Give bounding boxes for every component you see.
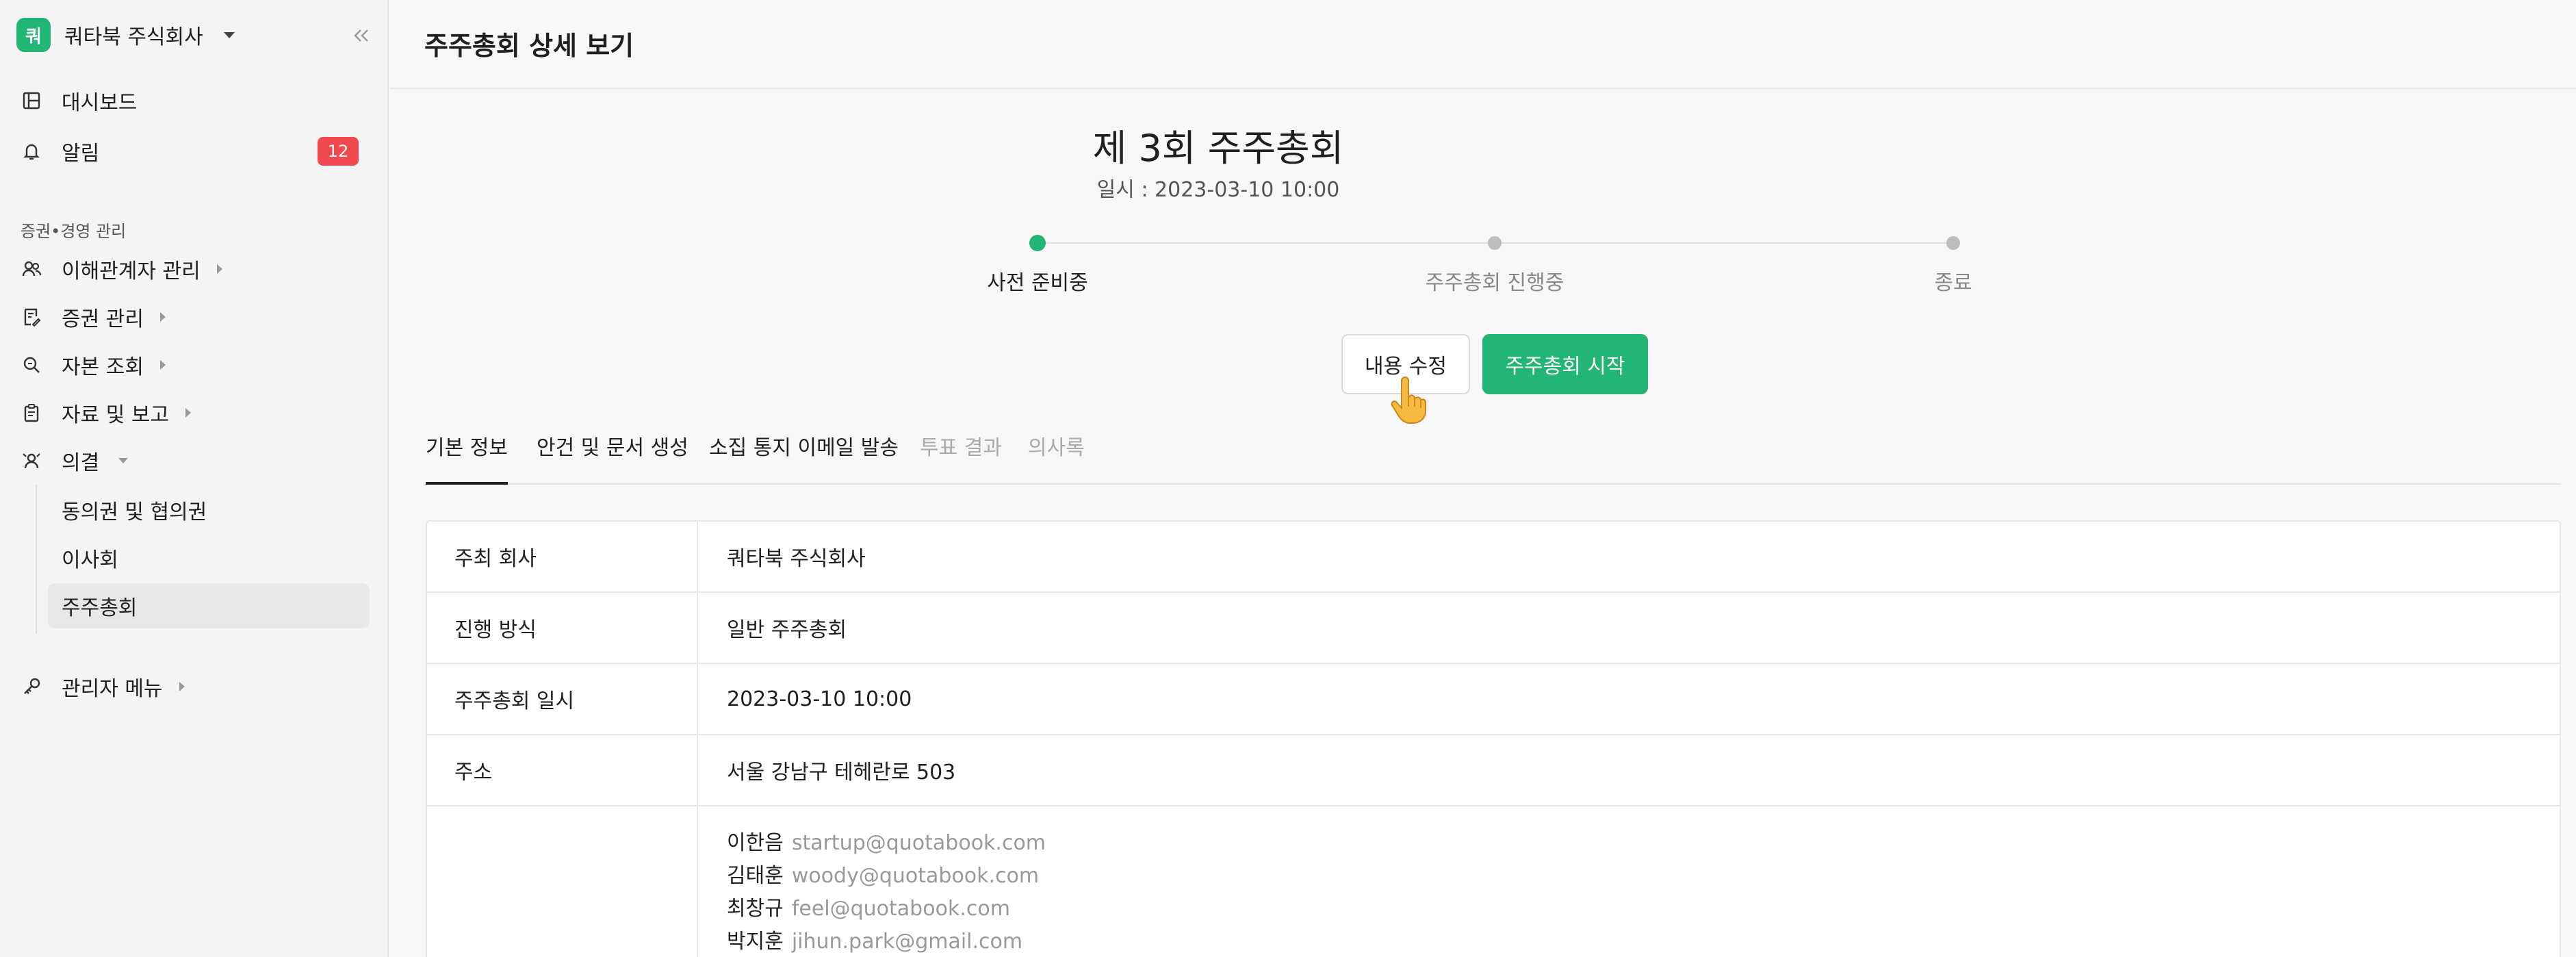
attendee-email: feel@quotabook.com — [791, 897, 1010, 921]
sidebar: 쿼 쿼타북 주식회사 대시보드 알림 12 증권•경영 관리 이해관계자 관리 … — [0, 0, 389, 957]
row-value: 서울 강남구 테헤란로 503 — [727, 761, 956, 784]
collapse-sidebar-button[interactable] — [348, 22, 375, 49]
attendee-email: jihun.park@gmail.com — [791, 930, 1023, 954]
step-dot-ended — [1946, 236, 1960, 250]
sidebar-subitem-board[interactable]: 이사회 — [48, 535, 370, 580]
sidebar-item-label: 관리자 메뉴 — [62, 677, 163, 701]
vote-icon — [21, 450, 42, 472]
row-label: 주주총회 일시 — [427, 664, 698, 734]
page-header: 주주총회 상세 보기 — [390, 0, 2576, 89]
list-item: 박지훈 jihun.park@gmail.com — [727, 926, 1046, 957]
tab-vote-results[interactable]: 투표 결과 — [920, 433, 1002, 485]
tab-agenda-documents[interactable]: 안건 및 문서 생성 — [537, 433, 688, 485]
tab-basic-info[interactable]: 기본 정보 — [426, 433, 508, 485]
sidebar-item-notifications[interactable]: 알림 — [21, 134, 99, 168]
sidebar-item-dashboard[interactable]: 대시보드 — [21, 84, 137, 118]
chevron-right-icon — [216, 264, 222, 274]
sidebar-subitem-shareholders-meeting[interactable]: 주주총회 — [48, 583, 370, 628]
step-label-preparing: 사전 준비중 — [987, 271, 1088, 295]
chevron-right-icon — [159, 312, 166, 322]
dashboard-icon — [21, 90, 42, 112]
step-label-in-progress: 주주총회 진행중 — [1425, 271, 1564, 295]
sidebar-item-capital[interactable]: 자본 조회 — [21, 348, 166, 382]
table-row: 주최 회사 쿼타북 주식회사 — [427, 522, 2560, 593]
chevron-down-icon — [223, 31, 235, 38]
company-logo: 쿼 — [16, 18, 51, 52]
double-chevron-left-icon — [354, 29, 368, 42]
document-icon — [21, 306, 42, 328]
submenu-divider — [36, 485, 37, 634]
row-label: 주최 회사 — [427, 522, 698, 591]
sidebar-item-securities[interactable]: 증권 관리 — [21, 300, 166, 334]
row-label: 진행 방식 — [427, 593, 698, 663]
bell-icon — [21, 140, 42, 162]
list-item: 이한음 startup@quotabook.com — [727, 827, 1046, 860]
notification-count-badge: 12 — [318, 137, 359, 166]
key-icon — [21, 676, 42, 698]
table-row: 진행 방식 일반 주주총회 — [427, 593, 2560, 664]
sidebar-item-resolution[interactable]: 의결 — [21, 444, 129, 478]
tab-minutes[interactable]: 의사록 — [1028, 433, 1085, 485]
section-label: 증권•경영 관리 — [21, 222, 127, 241]
step-label-ended: 종료 — [1934, 271, 1972, 295]
sidebar-item-admin[interactable]: 관리자 메뉴 — [21, 669, 185, 704]
table-row-attendees: 이한음 startup@quotabook.com 김태훈 woody@quotab… — [427, 806, 2560, 957]
step-dot-preparing — [1029, 235, 1046, 251]
row-value: 2023-03-10 10:00 — [727, 687, 912, 711]
chevron-down-icon — [118, 458, 129, 463]
attendee-email: startup@quotabook.com — [791, 831, 1046, 855]
attendee-name: 박지훈 — [727, 930, 784, 954]
detail-tabs: 기본 정보 안건 및 문서 생성 소집 통지 이메일 발송 투표 결과 의사록 — [426, 433, 2561, 485]
table-row: 주소 서울 강남구 테헤란로 503 — [427, 735, 2560, 806]
chevron-right-icon — [179, 682, 185, 691]
row-value: 일반 주주총회 — [727, 618, 847, 642]
chevron-right-icon — [159, 360, 166, 370]
table-row: 주주총회 일시 2023-03-10 10:00 — [427, 664, 2560, 735]
row-label: 주소 — [427, 735, 698, 805]
meeting-date: 일시 : 2023-03-10 10:00 — [1096, 178, 1340, 202]
company-switcher[interactable]: 쿼 쿼타북 주식회사 — [16, 18, 235, 52]
page-title: 주주총회 상세 보기 — [424, 31, 634, 61]
meeting-title: 제 3회 주주총회 — [1092, 127, 1344, 170]
sidebar-subitem-consent[interactable]: 동의권 및 협의권 — [48, 487, 370, 533]
start-meeting-button[interactable]: 주주총회 시작 — [1482, 334, 1648, 394]
attendee-name: 김태훈 — [727, 864, 784, 888]
users-icon — [21, 258, 42, 280]
attendee-name: 최창규 — [727, 897, 784, 921]
search-icon — [21, 354, 42, 376]
attendee-name: 이한음 — [727, 831, 784, 855]
sidebar-item-label: 자본 조회 — [62, 355, 144, 379]
attendee-email: woody@quotabook.com — [791, 864, 1040, 888]
company-name: 쿼타북 주식회사 — [64, 25, 203, 49]
sidebar-item-label: 알림 — [62, 142, 100, 166]
sidebar-item-label: 이해관계자 관리 — [62, 259, 201, 283]
sidebar-item-label: 의결 — [62, 451, 100, 475]
meeting-info-table: 주최 회사 쿼타북 주식회사 진행 방식 일반 주주총회 주주총회 일시 202… — [426, 520, 2561, 957]
row-value: 쿼타북 주식회사 — [727, 547, 866, 571]
tab-notice-email[interactable]: 소집 통지 이메일 발송 — [709, 433, 899, 485]
row-label — [427, 806, 698, 957]
chevron-right-icon — [185, 408, 192, 418]
hand-pointer-cursor-icon — [1388, 377, 1429, 424]
clipboard-icon — [21, 402, 42, 424]
sidebar-item-label: 증권 관리 — [62, 307, 144, 331]
sidebar-item-label: 대시보드 — [62, 91, 138, 115]
list-item: 최창규 feel@quotabook.com — [727, 893, 1046, 926]
sidebar-item-label: 자료 및 보고 — [62, 403, 170, 427]
attendee-list: 이한음 startup@quotabook.com 김태훈 woody@quotab… — [727, 827, 1046, 957]
sidebar-item-stakeholders[interactable]: 이해관계자 관리 — [21, 252, 222, 286]
sidebar-item-reports[interactable]: 자료 및 보고 — [21, 396, 192, 430]
step-dot-in-progress — [1488, 236, 1502, 250]
list-item: 김태훈 woody@quotabook.com — [727, 860, 1046, 893]
